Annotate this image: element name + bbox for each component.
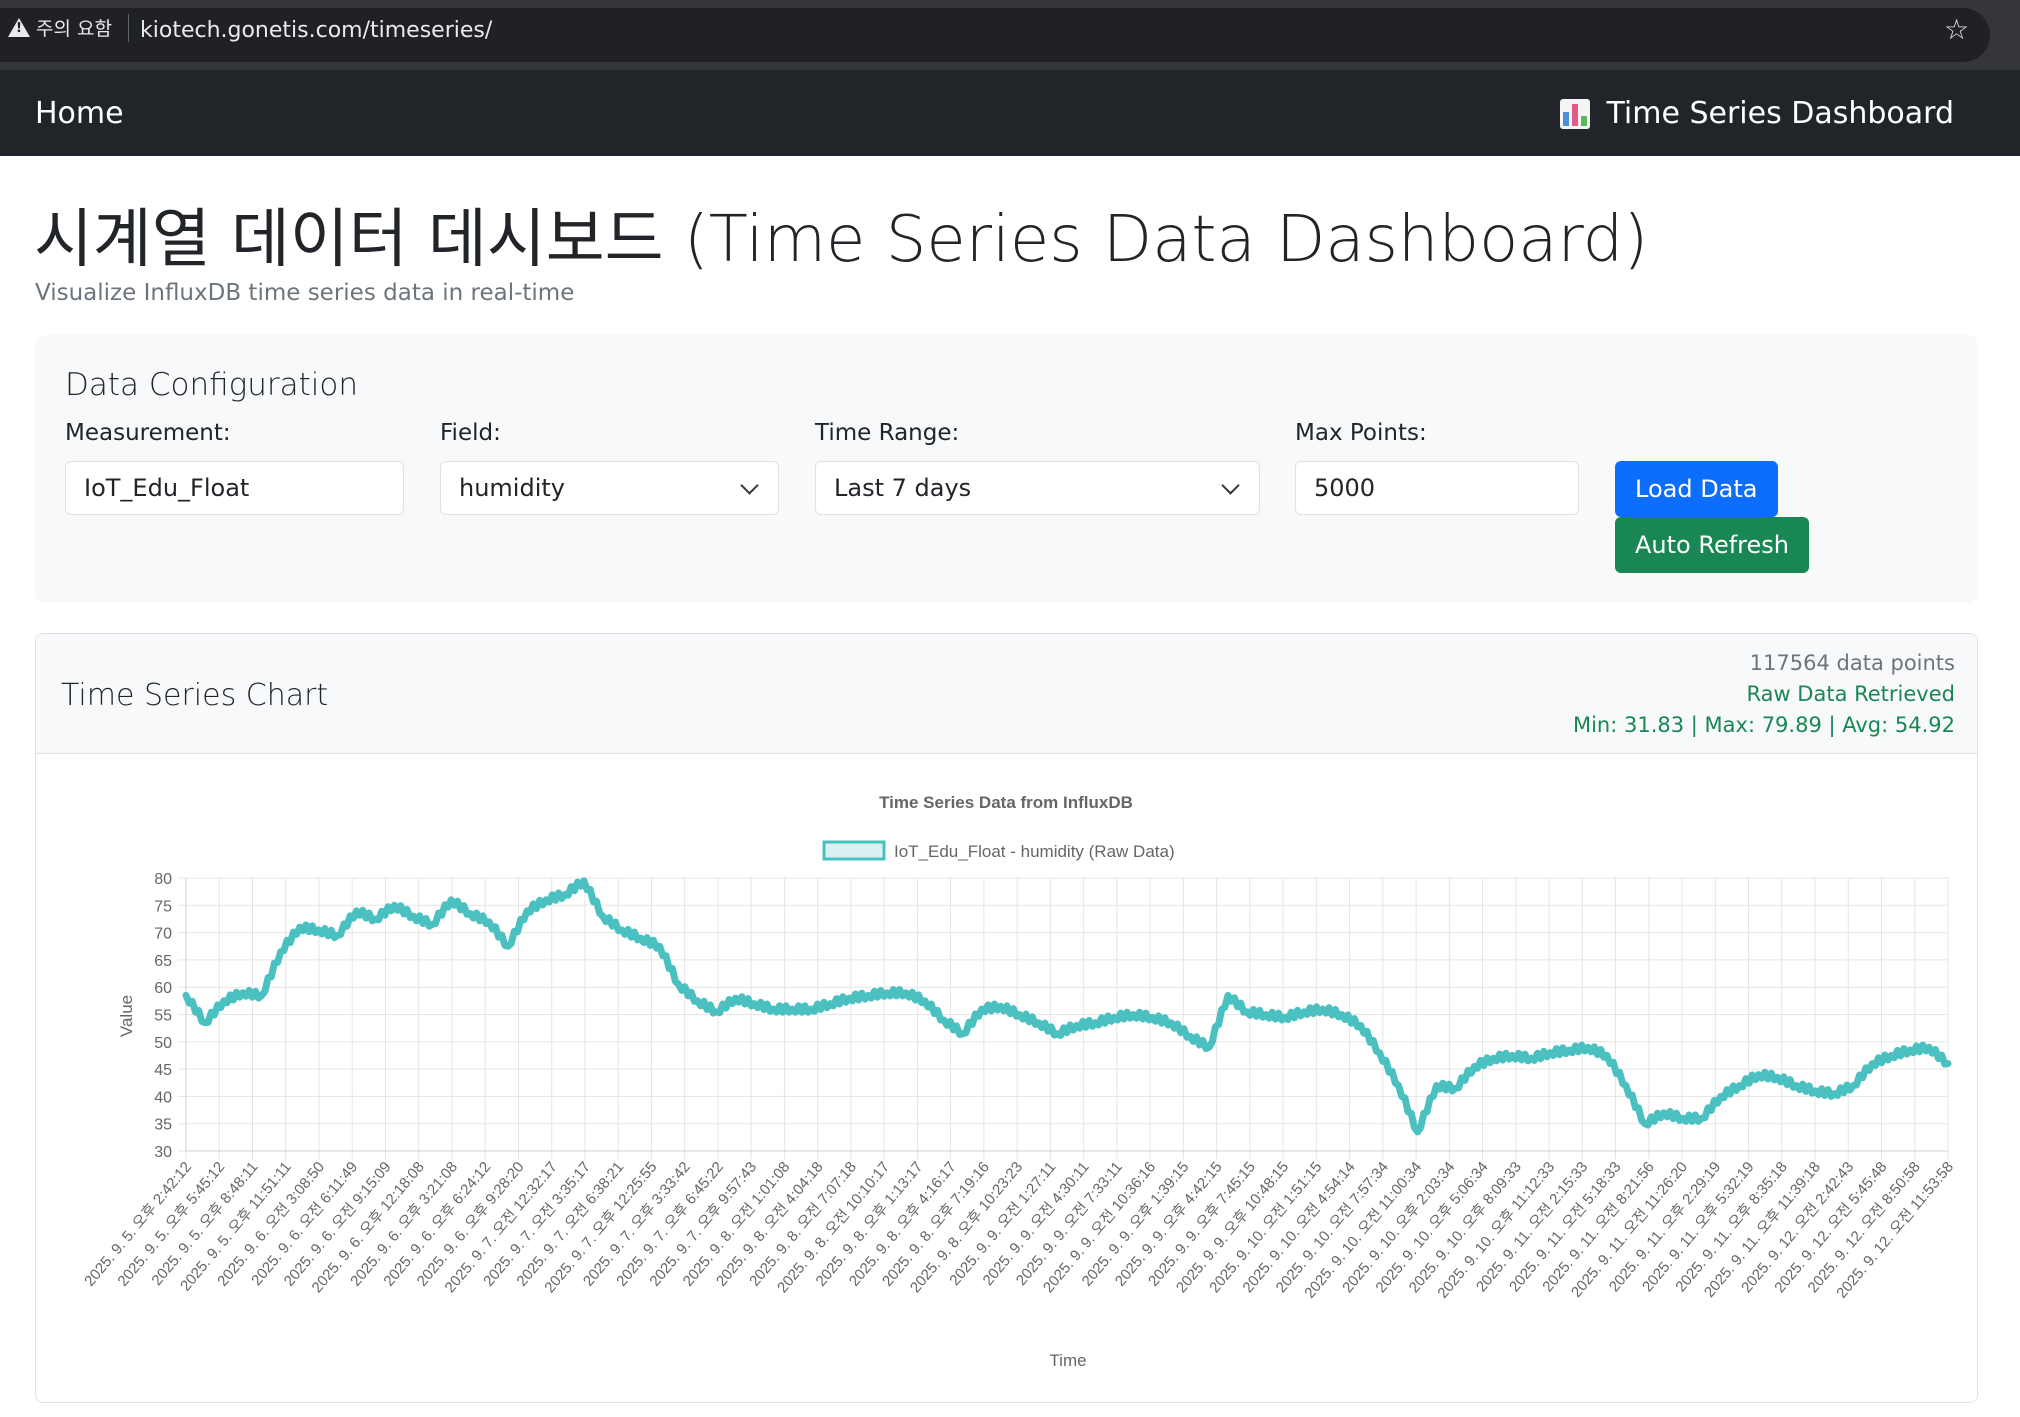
time-range-label: Time Range: <box>815 420 960 446</box>
retrieval-status: Raw Data Retrieved <box>1746 682 1955 706</box>
y-axis-title: Value <box>117 995 136 1037</box>
load-data-button[interactable]: Load Data <box>1615 461 1778 517</box>
y-tick-label: 60 <box>154 980 172 997</box>
chevron-down-icon <box>740 476 759 495</box>
legend-swatch[interactable] <box>822 840 886 861</box>
page-title: 시계열 데이터 데시보드 (Time Series Data Dashboard… <box>34 203 1649 277</box>
security-label: 주의 요함 <box>36 17 112 40</box>
page-subtitle: Visualize InfluxDB time series data in r… <box>35 280 575 306</box>
time-series-chart-card: Time Series Chart 117564 data points Raw… <box>35 633 1978 1403</box>
y-tick-label: 80 <box>154 871 172 888</box>
series-line[interactable] <box>182 877 1952 1136</box>
x-axis-title: Time <box>1049 1351 1086 1370</box>
y-tick-label: 65 <box>154 953 172 970</box>
measurement-input[interactable]: IoT_Edu_Float <box>65 461 404 515</box>
measurement-label: Measurement: <box>65 420 231 446</box>
y-tick-label: 45 <box>154 1062 172 1079</box>
data-configuration-card: Data Configuration Measurement: IoT_Edu_… <box>35 335 1978 603</box>
min-max-avg-stats: Min: 31.83 | Max: 79.89 | Avg: 54.92 <box>1572 713 1955 737</box>
nav-home-link[interactable]: Home <box>35 96 124 131</box>
legend-label[interactable]: IoT_Edu_Float - humidity (Raw Data) <box>894 842 1175 861</box>
chevron-down-icon <box>1221 476 1240 495</box>
star-icon[interactable]: ☆ <box>1944 13 1969 46</box>
url-divider <box>128 14 129 42</box>
field-select-value: humidity <box>459 474 565 502</box>
chart-title: Time Series Data from InfluxDB <box>879 793 1133 812</box>
max-points-input[interactable]: 5000 <box>1295 461 1579 515</box>
config-title: Data Configuration <box>65 367 359 403</box>
url-text[interactable]: kiotech.gonetis.com/timeseries/ <box>140 18 492 43</box>
browser-address-bar: 주의 요함 kiotech.gonetis.com/timeseries/ ☆ <box>0 0 2020 70</box>
chart-card-header: Time Series Chart 117564 data points Raw… <box>36 634 1977 754</box>
field-label: Field: <box>440 420 501 446</box>
data-points-count: 117564 data points <box>1749 651 1955 675</box>
chart-card-title: Time Series Chart <box>61 678 329 713</box>
y-tick-label: 50 <box>154 1035 172 1052</box>
y-tick-label: 35 <box>154 1117 172 1134</box>
y-tick-label: 70 <box>154 926 172 943</box>
max-points-label: Max Points: <box>1295 420 1427 446</box>
field-select[interactable]: humidity <box>440 461 779 515</box>
security-warning-chip[interactable]: 주의 요함 <box>8 12 112 42</box>
bar-chart-icon <box>1560 98 1591 129</box>
navbar: Home Time Series Dashboard <box>0 70 2020 156</box>
time-range-select[interactable]: Last 7 days <box>815 461 1260 515</box>
nav-brand[interactable]: Time Series Dashboard <box>1560 96 1954 131</box>
y-tick-label: 75 <box>154 898 172 915</box>
auto-refresh-button[interactable]: Auto Refresh <box>1615 517 1809 573</box>
brand-label: Time Series Dashboard <box>1606 96 1954 131</box>
line-chart[interactable]: Time Series Data from InfluxDB IoT_Edu_F… <box>36 753 1977 1403</box>
chart-stats: 117564 data points Raw Data Retrieved Mi… <box>1573 648 1955 741</box>
warning-icon <box>8 17 30 37</box>
y-tick-label: 55 <box>154 1008 172 1025</box>
time-range-value: Last 7 days <box>834 474 972 502</box>
y-tick-label: 40 <box>154 1089 172 1106</box>
y-tick-label: 30 <box>154 1144 172 1161</box>
